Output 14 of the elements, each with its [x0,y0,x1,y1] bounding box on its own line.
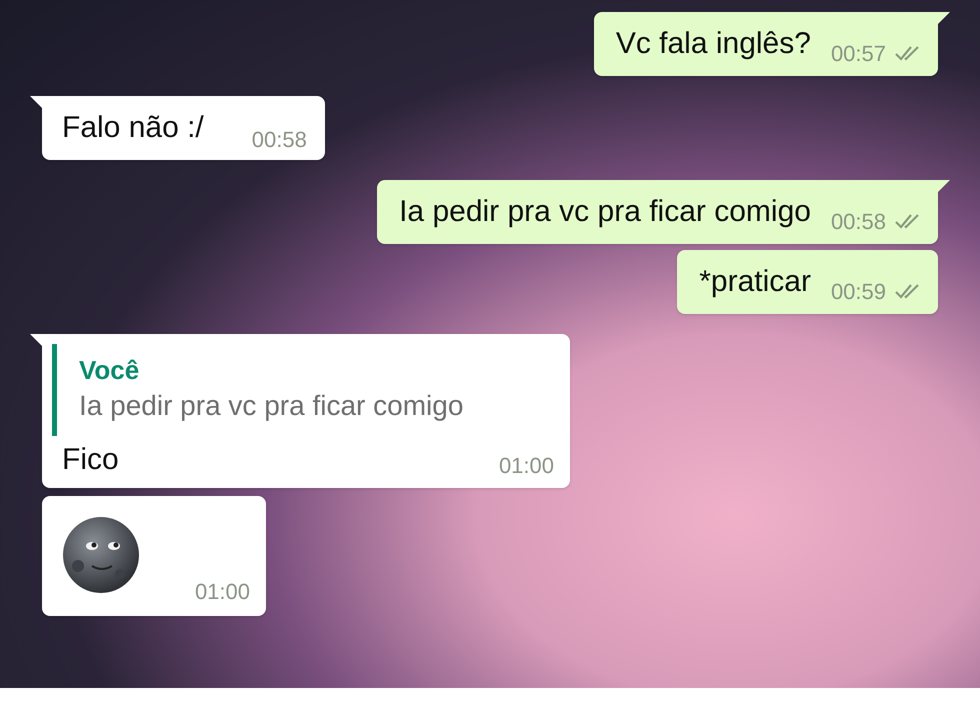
message-text: Fico [62,442,119,478]
quote-author: Você [79,354,140,386]
message-text: Vc fala inglês? [616,26,811,62]
quote-text: Ia pedir pra vc pra ficar comigo [79,389,464,423]
message-text: Falo não :/ [62,110,204,146]
message-text: Ia pedir pra vc pra ficar comigo [399,194,811,230]
message-time: 00:58 [830,208,886,236]
message-time: 00:58 [252,126,307,154]
message-time: 00:59 [830,278,886,306]
message-time: 00:57 [830,40,886,68]
moon-face-icon [62,516,140,594]
message-time: 01:00 [194,578,250,606]
message-text: *praticar [699,264,811,300]
message-time: 01:00 [498,452,554,480]
